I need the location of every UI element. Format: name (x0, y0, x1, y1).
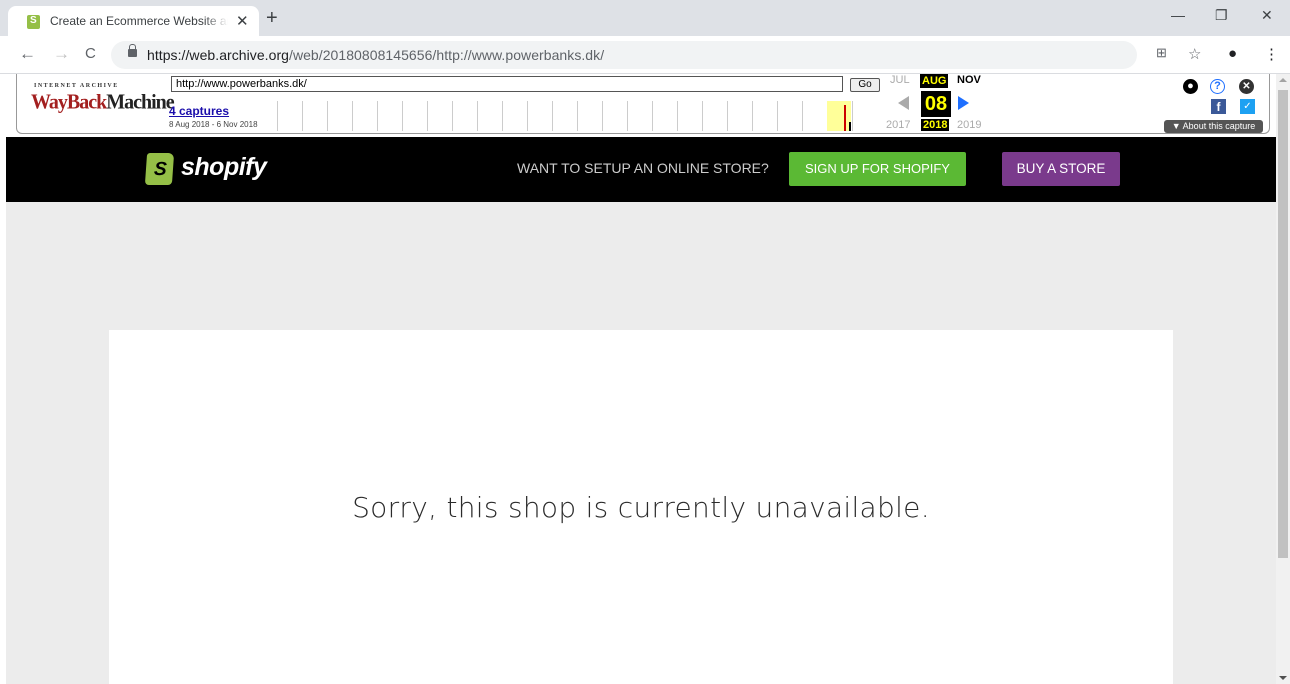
forward-icon[interactable]: → (53, 45, 70, 63)
tab-close-icon[interactable]: ✕ (236, 12, 249, 30)
wayback-go-button[interactable]: Go (850, 78, 880, 92)
sparkline-year-divider (602, 101, 603, 131)
sparkline-year-divider (627, 101, 628, 131)
current-year-label: 2018 (921, 119, 950, 131)
message-card: Sorry, this shop is currently unavailabl… (109, 330, 1173, 684)
address-bar[interactable]: https://web.archive.org/web/201808081456… (111, 41, 1137, 69)
shopify-wordmark: shopify (181, 153, 267, 181)
setup-store-prompt: WANT TO SETUP AN ONLINE STORE? (517, 160, 769, 176)
wayback-logo-machine: Machine (106, 90, 174, 114)
sparkline-year-divider (502, 101, 503, 131)
profile-icon[interactable]: ● (1228, 45, 1237, 62)
sign-up-button[interactable]: SIGN UP FOR SHOPIFY (789, 152, 966, 186)
next-capture-icon[interactable] (958, 96, 969, 110)
shopify-bag-icon (144, 153, 175, 185)
sparkline-year-divider (577, 101, 578, 131)
prev-month-label[interactable]: JUL (890, 74, 910, 86)
prev-capture-icon (898, 96, 909, 110)
about-capture-button[interactable]: ▼ About this capture (1164, 120, 1263, 133)
scroll-thumb[interactable] (1278, 90, 1288, 558)
url-host: https://web.archive.org (147, 47, 289, 63)
capture-marker (849, 122, 851, 131)
page-scrollbar[interactable] (1276, 74, 1290, 684)
sparkline-year-divider (527, 101, 528, 131)
sparkline-year-divider (852, 101, 853, 131)
back-icon[interactable]: ← (19, 45, 36, 63)
scroll-up-icon[interactable] (1279, 78, 1287, 82)
capture-date-range: 8 Aug 2018 - 6 Nov 2018 (169, 120, 258, 129)
sparkline-year-divider (277, 101, 278, 131)
sparkline-year-divider (752, 101, 753, 131)
current-capture-marker (844, 105, 846, 131)
sparkline-year-divider (477, 101, 478, 131)
sparkline-year-divider (402, 101, 403, 131)
sparkline-year-divider (552, 101, 553, 131)
sparkline-year-divider (677, 101, 678, 131)
restore-icon[interactable]: ❐ (1215, 7, 1228, 24)
next-year-label[interactable]: 2019 (957, 119, 981, 131)
lock-icon (128, 44, 137, 57)
browser-tab[interactable]: Create an Ecommerce Website and Sell Onl… (8, 6, 259, 36)
buy-store-button[interactable]: BUY A STORE (1002, 152, 1120, 186)
capture-month-highlight (827, 101, 851, 131)
next-month-label[interactable]: NOV (957, 74, 981, 86)
sparkline-year-divider (777, 101, 778, 131)
shopify-favicon-icon (27, 15, 40, 29)
address-url[interactable]: https://web.archive.org/web/201808081456… (147, 47, 604, 63)
unavailable-message: Sorry, this shop is currently unavailabl… (352, 491, 930, 524)
wayback-logo[interactable]: WayBackMachine (31, 90, 175, 114)
sparkline-year-divider (352, 101, 353, 131)
wayback-close-icon[interactable]: ✕ (1239, 79, 1254, 94)
twitter-icon[interactable]: ✓ (1240, 99, 1255, 114)
new-tab-button[interactable]: + (266, 8, 278, 28)
current-day: 08 (921, 91, 951, 117)
sparkline-year-divider (452, 101, 453, 131)
window-close-icon[interactable]: ✕ (1261, 7, 1273, 24)
sparkline-year-divider (377, 101, 378, 131)
sparkline-year-divider (427, 101, 428, 131)
wayback-toolbar: INTERNET ARCHIVE WayBackMachine http://w… (16, 74, 1270, 134)
captures-link[interactable]: 4 captures (169, 104, 229, 118)
capture-sparkline[interactable] (277, 101, 877, 131)
minimize-icon[interactable]: — (1171, 7, 1185, 23)
prev-year-label[interactable]: 2017 (886, 119, 910, 131)
help-icon[interactable]: ? (1210, 79, 1225, 94)
url-path: /web/20180808145656/http://www.powerbank… (289, 47, 605, 63)
browser-toolbar: ← → C https://web.archive.org/web/201808… (0, 36, 1290, 74)
wayback-url-input[interactable]: http://www.powerbanks.dk/ (171, 76, 843, 92)
scroll-down-icon[interactable] (1279, 676, 1287, 680)
sparkline-year-divider (727, 101, 728, 131)
sparkline-year-divider (327, 101, 328, 131)
reload-icon[interactable]: C (85, 45, 96, 63)
wayback-logo-top: INTERNET ARCHIVE (34, 83, 119, 89)
sparkline-year-divider (302, 101, 303, 131)
current-month-label: AUG (920, 74, 949, 88)
menu-icon[interactable]: ⋮ (1264, 45, 1279, 63)
tab-strip: Create an Ecommerce Website and Sell Onl… (0, 0, 1290, 36)
shopify-header: shopify WANT TO SETUP AN ONLINE STORE? S… (6, 137, 1276, 202)
sparkline-year-divider (652, 101, 653, 131)
facebook-icon[interactable]: f (1211, 99, 1226, 114)
sparkline-year-divider (702, 101, 703, 131)
bookmark-star-icon[interactable]: ☆ (1188, 45, 1201, 63)
wayback-logo-way: WayBack (31, 90, 107, 114)
user-icon[interactable]: ● (1183, 79, 1198, 94)
sparkline-year-divider (802, 101, 803, 131)
translate-icon[interactable]: ⊞ (1156, 45, 1167, 61)
tab-title: Create an Ecommerce Website and Sell Onl… (50, 14, 228, 28)
